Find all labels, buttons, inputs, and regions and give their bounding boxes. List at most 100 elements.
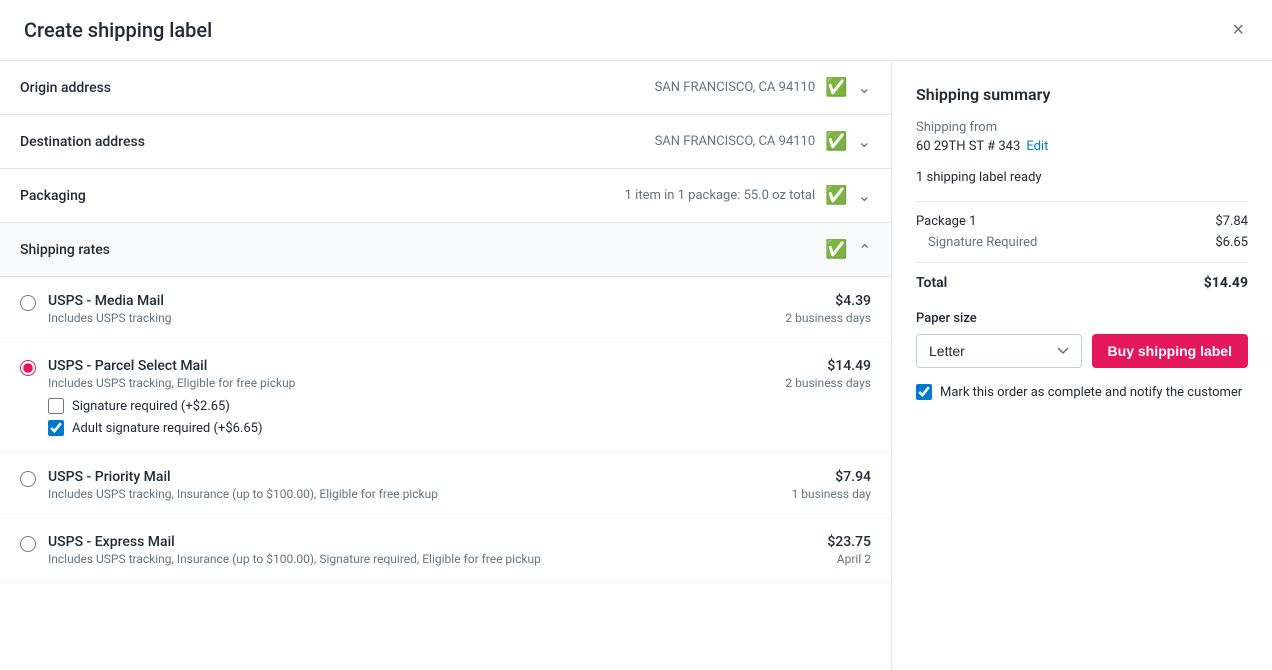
origin-label: Origin address	[20, 80, 111, 96]
rate-parcel-select-name: USPS - Parcel Select Mail	[48, 358, 773, 374]
summary-divider-2	[916, 262, 1248, 263]
summary-divider-1	[916, 201, 1248, 202]
edit-address-link[interactable]: Edit	[1026, 139, 1048, 154]
rate-parcel-select-price: $14.49	[785, 358, 871, 374]
rate-media-mail-name: USPS - Media Mail	[48, 293, 773, 309]
paper-size-select[interactable]: Letter 4x6 in	[916, 334, 1082, 368]
rate-priority-mail-desc: Includes USPS tracking, Insurance (up to…	[48, 487, 780, 501]
rate-parcel-addons: Signature required (+$2.65) Adult signat…	[48, 398, 773, 436]
addon-signature-label: Signature required (+$2.65)	[72, 399, 230, 414]
addon-signature-row: Signature required (+$2.65)	[48, 398, 773, 414]
right-panel: Shipping summary Shipping from 60 29TH S…	[892, 61, 1272, 670]
package-price: $7.84	[1215, 214, 1248, 229]
rate-media-mail-price-section: $4.39 2 business days	[785, 293, 871, 325]
mark-complete-row: Mark this order as complete and notify t…	[916, 384, 1248, 400]
rate-priority-mail-name: USPS - Priority Mail	[48, 469, 780, 485]
packaging-check-icon: ✅	[825, 185, 847, 206]
rate-priority-mail-delivery: 1 business day	[792, 487, 871, 501]
packaging-chevron-icon: ⌄	[858, 186, 871, 205]
rate-media-mail-desc: Includes USPS tracking	[48, 311, 773, 325]
rate-express-mail-price-section: $23.75 April 2	[827, 534, 871, 566]
origin-header-right: SAN FRANCISCO, CA 94110 ✅ ⌄	[655, 77, 871, 98]
rate-express-mail-price: $23.75	[827, 534, 871, 550]
destination-label: Destination address	[20, 134, 145, 150]
paper-size-row: Letter 4x6 in Buy shipping label	[916, 334, 1248, 368]
rate-priority-mail: USPS - Priority Mail Includes USPS track…	[0, 453, 891, 518]
mark-complete-checkbox[interactable]	[916, 384, 932, 400]
total-line: Total $14.49	[916, 275, 1248, 291]
rate-media-mail-delivery: 2 business days	[785, 311, 871, 325]
destination-address-header[interactable]: Destination address SAN FRANCISCO, CA 94…	[0, 115, 891, 168]
rate-priority-mail-price: $7.94	[792, 469, 871, 485]
packaging-value: 1 item in 1 package: 55.0 oz total	[625, 188, 816, 203]
signature-line: Signature Required $6.65	[916, 235, 1248, 250]
origin-address-header[interactable]: Origin address SAN FRANCISCO, CA 94110 ✅…	[0, 61, 891, 114]
rate-parcel-select-info: USPS - Parcel Select Mail Includes USPS …	[48, 358, 773, 436]
rate-express-mail-name: USPS - Express Mail	[48, 534, 815, 550]
rate-parcel-select-desc: Includes USPS tracking, Eligible for fre…	[48, 376, 773, 390]
package-line: Package 1 $7.84	[916, 214, 1248, 229]
rate-express-mail-info: USPS - Express Mail Includes USPS tracki…	[48, 534, 815, 566]
modal-header: Create shipping label ×	[0, 0, 1272, 61]
shipping-from-label: Shipping from	[916, 120, 1248, 135]
packaging-header-right: 1 item in 1 package: 55.0 oz total ✅ ⌄	[625, 185, 871, 206]
shipping-rates-section: Shipping rates ✅ ⌄ USPS - Media Mail Inc…	[0, 223, 891, 583]
rate-priority-mail-info: USPS - Priority Mail Includes USPS track…	[48, 469, 780, 501]
origin-value: SAN FRANCISCO, CA 94110	[655, 80, 816, 95]
destination-chevron-icon: ⌄	[858, 132, 871, 151]
packaging-header-left: Packaging	[20, 188, 86, 204]
package-label: Package 1	[916, 214, 976, 229]
origin-header-left: Origin address	[20, 80, 111, 96]
shipping-from-address: 60 29TH ST # 343 Edit	[916, 139, 1248, 154]
origin-chevron-icon: ⌄	[858, 78, 871, 97]
rates-header-right: ✅ ⌄	[825, 239, 871, 260]
packaging-section: Packaging 1 item in 1 package: 55.0 oz t…	[0, 169, 891, 223]
destination-header-left: Destination address	[20, 134, 145, 150]
rate-media-mail-price: $4.39	[785, 293, 871, 309]
left-panel: Origin address SAN FRANCISCO, CA 94110 ✅…	[0, 61, 892, 670]
rate-express-mail-delivery: April 2	[827, 552, 871, 566]
mark-complete-label: Mark this order as complete and notify t…	[940, 385, 1242, 400]
packaging-label: Packaging	[20, 188, 86, 204]
close-button[interactable]: ×	[1228, 16, 1248, 44]
rate-parcel-select: USPS - Parcel Select Mail Includes USPS …	[0, 342, 891, 453]
packaging-header[interactable]: Packaging 1 item in 1 package: 55.0 oz t…	[0, 169, 891, 222]
rate-priority-mail-price-section: $7.94 1 business day	[792, 469, 871, 501]
rates-check-icon: ✅	[825, 239, 847, 260]
destination-header-right: SAN FRANCISCO, CA 94110 ✅ ⌄	[655, 131, 871, 152]
shipping-rates-label: Shipping rates	[20, 242, 110, 258]
destination-address-section: Destination address SAN FRANCISCO, CA 94…	[0, 115, 891, 169]
total-price: $14.49	[1204, 275, 1248, 291]
signature-price: $6.65	[1215, 235, 1248, 250]
addon-adult-sig-checkbox[interactable]	[48, 420, 64, 436]
rate-parcel-select-delivery: 2 business days	[785, 376, 871, 390]
origin-address-section: Origin address SAN FRANCISCO, CA 94110 ✅…	[0, 61, 891, 115]
rate-priority-mail-radio[interactable]	[20, 471, 36, 487]
modal-body: Origin address SAN FRANCISCO, CA 94110 ✅…	[0, 61, 1272, 670]
rate-media-mail-radio[interactable]	[20, 295, 36, 311]
addon-adult-sig-label: Adult signature required (+$6.65)	[72, 421, 263, 436]
rate-parcel-select-radio[interactable]	[20, 360, 36, 376]
rates-chevron-icon: ⌄	[858, 240, 871, 259]
destination-value: SAN FRANCISCO, CA 94110	[655, 134, 816, 149]
summary-title: Shipping summary	[916, 85, 1248, 104]
shipping-ready-label: 1 shipping label ready	[916, 170, 1248, 185]
paper-size-section: Paper size Letter 4x6 in Buy shipping la…	[916, 311, 1248, 368]
buy-shipping-label-button[interactable]: Buy shipping label	[1092, 334, 1248, 368]
rate-express-mail: USPS - Express Mail Includes USPS tracki…	[0, 518, 891, 583]
destination-check-icon: ✅	[825, 131, 847, 152]
addon-adult-sig-row: Adult signature required (+$6.65)	[48, 420, 773, 436]
total-label: Total	[916, 275, 947, 291]
origin-check-icon: ✅	[825, 77, 847, 98]
rate-media-mail-info: USPS - Media Mail Includes USPS tracking	[48, 293, 773, 325]
shipping-from-section: Shipping from 60 29TH ST # 343 Edit	[916, 120, 1248, 154]
addon-signature-checkbox[interactable]	[48, 398, 64, 414]
paper-size-label: Paper size	[916, 311, 1248, 326]
shipping-address-text: 60 29TH ST # 343	[916, 139, 1020, 154]
rate-express-mail-radio[interactable]	[20, 536, 36, 552]
signature-label: Signature Required	[916, 235, 1037, 250]
modal-title: Create shipping label	[24, 18, 212, 42]
rate-express-mail-desc: Includes USPS tracking, Insurance (up to…	[48, 552, 815, 566]
rate-parcel-select-price-section: $14.49 2 business days	[785, 358, 871, 390]
shipping-rates-header[interactable]: Shipping rates ✅ ⌄	[0, 223, 891, 277]
